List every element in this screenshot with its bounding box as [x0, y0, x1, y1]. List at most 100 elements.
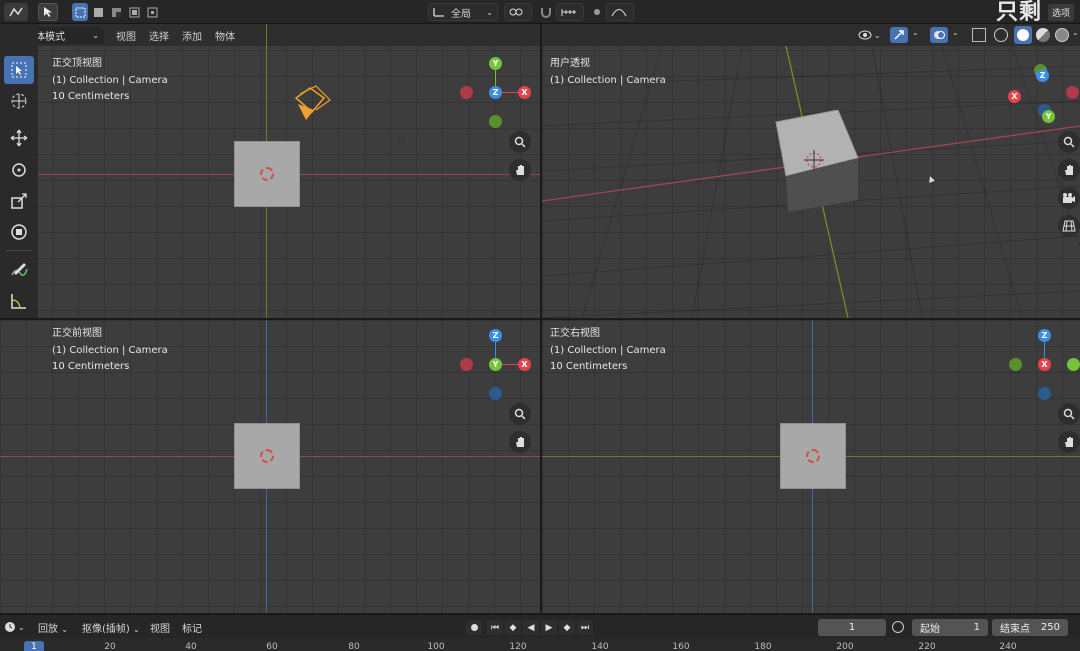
move-icon[interactable]: [4, 124, 34, 152]
gizmo-line-y: [495, 70, 496, 86]
gizmo-y[interactable]: Y: [489, 57, 502, 70]
zoom-icon[interactable]: [509, 403, 531, 425]
camera-view-icon[interactable]: [1058, 187, 1080, 209]
select-extend-button[interactable]: [90, 3, 106, 21]
overlay-toggle-button[interactable]: [930, 27, 948, 43]
ruler-tick: 60: [266, 642, 278, 651]
hand-icon[interactable]: [1058, 431, 1080, 453]
gizmo-toggle-button[interactable]: [890, 27, 908, 43]
current-frame-field[interactable]: 1: [818, 619, 886, 636]
view-menu[interactable]: 视图: [150, 620, 170, 635]
gizmo-neg-z[interactable]: [1038, 387, 1051, 400]
select-subtract-button[interactable]: [108, 3, 124, 21]
grid-icon[interactable]: [1058, 215, 1080, 237]
chevron-down-icon[interactable]: ⌄: [912, 28, 919, 37]
gizmo-y[interactable]: Y: [1042, 110, 1055, 123]
snap-toggle-button[interactable]: [538, 3, 554, 21]
shading-material-button[interactable]: [1036, 28, 1050, 42]
gizmo-neg-x[interactable]: [460, 358, 473, 371]
current-frame-indicator[interactable]: 1: [24, 641, 44, 651]
select-intersect-button[interactable]: [144, 3, 160, 21]
select-intersect-icon: [147, 7, 157, 17]
gizmo-x[interactable]: X: [1038, 358, 1051, 371]
marker-menu[interactable]: 标记: [182, 620, 202, 635]
prev-keyframe-button[interactable]: ◆: [505, 620, 521, 635]
visibility-dropdown[interactable]: ⌄: [858, 27, 886, 43]
select-subtract-icon: [111, 7, 121, 17]
xray-toggle-button[interactable]: [972, 28, 986, 42]
play-icon[interactable]: ▶: [541, 620, 557, 635]
zoom-icon[interactable]: [509, 131, 531, 153]
pivot-dropdown[interactable]: [504, 3, 532, 21]
gizmo-z[interactable]: Z: [1036, 69, 1049, 82]
viewport-front[interactable]: 正交前视图 (1) Collection | Camera 10 Centime…: [0, 320, 540, 613]
zoom-icon[interactable]: [1058, 403, 1080, 425]
stopwatch-icon[interactable]: [892, 621, 904, 633]
measure-icon[interactable]: [4, 287, 34, 315]
jump-start-button[interactable]: ⏮: [487, 620, 503, 635]
gizmo-x[interactable]: X: [518, 86, 531, 99]
viewport-separator-horizontal[interactable]: [0, 318, 1080, 320]
gizmo-neg-x[interactable]: [460, 86, 473, 99]
select-new-button[interactable]: [72, 3, 88, 21]
gizmo-z[interactable]: Z: [489, 329, 502, 342]
gizmo-neg-y[interactable]: [489, 115, 502, 128]
gizmo-neg-z[interactable]: [489, 387, 502, 400]
scale-icon[interactable]: [4, 187, 34, 215]
gizmo-neg-y[interactable]: [1067, 358, 1080, 371]
gizmo-x[interactable]: X: [1008, 90, 1021, 103]
record-button[interactable]: [466, 620, 482, 635]
end-frame-field[interactable]: 结束点 250: [992, 619, 1068, 636]
hand-icon[interactable]: [509, 431, 531, 453]
gizmo-y[interactable]: [1009, 358, 1022, 371]
next-keyframe-button[interactable]: ◆: [559, 620, 575, 635]
play-reverse-button[interactable]: ◀: [523, 620, 539, 635]
timeline-editor-type-button[interactable]: ⌄: [4, 619, 28, 635]
gizmo-x[interactable]: X: [518, 358, 531, 371]
select-box-icon[interactable]: [4, 56, 34, 84]
snap-target-dropdown[interactable]: [556, 3, 584, 21]
shading-rendered-button[interactable]: [1055, 28, 1069, 42]
camera-object[interactable]: [290, 82, 334, 122]
gizmo-z[interactable]: Z: [489, 86, 502, 99]
gizmo-z[interactable]: Z: [1038, 329, 1051, 342]
proportional-edit-icon: [594, 9, 600, 15]
start-frame-field[interactable]: 起始 1: [912, 619, 988, 636]
menu-view[interactable]: 视图: [116, 28, 136, 43]
menu-add[interactable]: 添加: [182, 28, 202, 43]
select-invert-button[interactable]: [126, 3, 142, 21]
zoom-icon[interactable]: [1058, 131, 1080, 153]
jump-end-button[interactable]: ⏭: [577, 620, 593, 635]
gizmo-neg-x[interactable]: [1066, 86, 1079, 99]
viewport-perspective[interactable]: ⌄ ⌄ ⌄ ⌄ 用户透视 (1) Collection | Camera Z X…: [542, 24, 1080, 318]
viewport-top[interactable]: 物体模式 ⌄ 视图 选择 添加 物体 正交顶视图 (1) Collection …: [0, 24, 540, 318]
annotate-icon[interactable]: [4, 256, 34, 284]
hand-icon[interactable]: [509, 159, 531, 181]
select-mode-button[interactable]: [38, 3, 58, 21]
transform-icon[interactable]: [4, 218, 34, 246]
menu-select[interactable]: 选择: [149, 28, 169, 43]
shading-wireframe-button[interactable]: [994, 28, 1008, 42]
proportional-edit-button[interactable]: [590, 3, 604, 21]
playback-menu[interactable]: 回放 ⌄: [38, 620, 68, 635]
chevron-down-icon[interactable]: ⌄: [952, 28, 959, 37]
keying-menu[interactable]: 抠像(插帧) ⌄: [82, 620, 140, 635]
gizmo-line-z: [1044, 342, 1045, 358]
link-icon: [509, 8, 523, 16]
rotate-icon[interactable]: [4, 156, 34, 184]
frame-ruler[interactable]: 1 20 40 60 80 100 120 140 160 180 200 22…: [0, 638, 1080, 651]
cursor-icon[interactable]: [4, 87, 34, 115]
light-object[interactable]: [398, 136, 406, 144]
gizmo-y[interactable]: Y: [489, 358, 502, 371]
transform-orientation-dropdown[interactable]: 全局 ⌄: [428, 3, 498, 21]
cursor-arrow-icon: [44, 7, 52, 17]
options-button[interactable]: 选项: [1047, 4, 1074, 21]
cube-object[interactable]: [774, 110, 860, 212]
viewport-right[interactable]: 正交右视图 (1) Collection | Camera 10 Centime…: [542, 320, 1080, 613]
editor-type-button[interactable]: [4, 3, 28, 21]
falloff-dropdown[interactable]: [606, 3, 634, 21]
hand-icon[interactable]: [1058, 159, 1080, 181]
chevron-down-icon[interactable]: ⌄: [1072, 28, 1079, 37]
shading-solid-button[interactable]: [1014, 26, 1032, 44]
menu-object[interactable]: 物体: [215, 28, 235, 43]
